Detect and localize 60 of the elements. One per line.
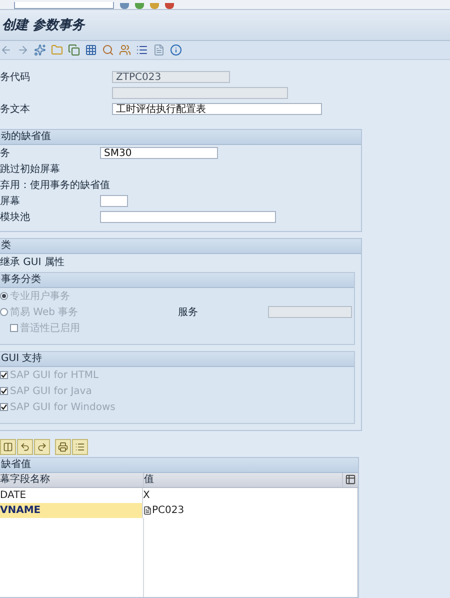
option-label: 跳过初始屏幕 bbox=[0, 162, 60, 176]
field-label: 服务 bbox=[178, 307, 198, 318]
table-button[interactable] bbox=[0, 439, 16, 455]
folder-icon[interactable] bbox=[51, 44, 63, 56]
field-label: 务代码 bbox=[0, 72, 30, 83]
checkbox-label: 普适性已启用 bbox=[20, 322, 80, 335]
forward-arrow-icon[interactable] bbox=[17, 44, 29, 56]
checkbox-label: SAP GUI for Java bbox=[10, 386, 92, 396]
checkbox[interactable] bbox=[10, 324, 18, 332]
info-icon[interactable] bbox=[170, 44, 182, 56]
command-field[interactable] bbox=[14, 2, 114, 9]
users-icon[interactable] bbox=[119, 44, 131, 56]
group-title: 类 bbox=[0, 239, 361, 254]
table-cell[interactable]: VNAME bbox=[0, 503, 143, 518]
checkbox[interactable] bbox=[0, 387, 8, 395]
table-button[interactable] bbox=[55, 439, 71, 455]
checkbox-label: SAP GUI for HTML bbox=[10, 370, 99, 380]
field-label: 务文本 bbox=[0, 104, 30, 115]
radio-label: 专业用户事务 bbox=[10, 291, 70, 302]
table-cell[interactable]: X bbox=[143, 488, 358, 503]
sparkle-icon[interactable] bbox=[34, 44, 46, 56]
field-label: 模块池 bbox=[0, 212, 30, 223]
input-field[interactable] bbox=[268, 306, 352, 318]
undo-icon bbox=[20, 442, 30, 452]
group-title: GUI 支持 bbox=[0, 352, 354, 367]
screen-title: 创建 参数事务 bbox=[2, 17, 85, 34]
input-field[interactable]: SM30 bbox=[100, 147, 218, 159]
list-icon bbox=[75, 442, 85, 452]
search-icon[interactable] bbox=[102, 44, 114, 56]
grid-icon[interactable] bbox=[85, 44, 97, 56]
column-header: 幕字段名称 bbox=[0, 473, 144, 487]
document-icon[interactable] bbox=[153, 44, 165, 56]
printer-icon bbox=[58, 442, 68, 452]
group-title: 事务分类 bbox=[0, 273, 354, 288]
table-button[interactable] bbox=[17, 439, 33, 455]
input-field[interactable] bbox=[100, 195, 128, 207]
table-button[interactable] bbox=[72, 439, 88, 455]
radio-button[interactable] bbox=[0, 308, 8, 316]
option-label: 弃用：使用事务的缺省值 bbox=[0, 178, 110, 192]
table-cell[interactable]: PC023 bbox=[143, 503, 358, 518]
column-settings-icon[interactable] bbox=[345, 474, 356, 485]
checkbox-label: SAP GUI for Windows bbox=[10, 402, 116, 412]
input-field[interactable] bbox=[100, 211, 276, 223]
value-help-icon[interactable] bbox=[143, 506, 152, 515]
radio-label: 简易 Web 事务 bbox=[10, 307, 78, 318]
input-field[interactable]: 工时评估执行配置表 bbox=[112, 103, 322, 115]
field-label: 务 bbox=[0, 148, 10, 159]
checkbox[interactable] bbox=[0, 371, 8, 379]
group-title: 动的缺省值 bbox=[0, 130, 361, 145]
column-header: 值 bbox=[144, 473, 343, 487]
field-label: 屏幕 bbox=[0, 196, 20, 207]
checkbox[interactable] bbox=[0, 403, 8, 411]
table-title: 缺省值 bbox=[0, 458, 358, 473]
option-label: 继承 GUI 属性 bbox=[0, 256, 64, 269]
table-button[interactable] bbox=[34, 439, 50, 455]
columns-icon bbox=[3, 442, 13, 452]
back-arrow-icon[interactable] bbox=[0, 44, 12, 56]
radio-button[interactable] bbox=[0, 292, 8, 300]
redo-icon bbox=[37, 442, 47, 452]
copy-icon[interactable] bbox=[68, 44, 80, 56]
